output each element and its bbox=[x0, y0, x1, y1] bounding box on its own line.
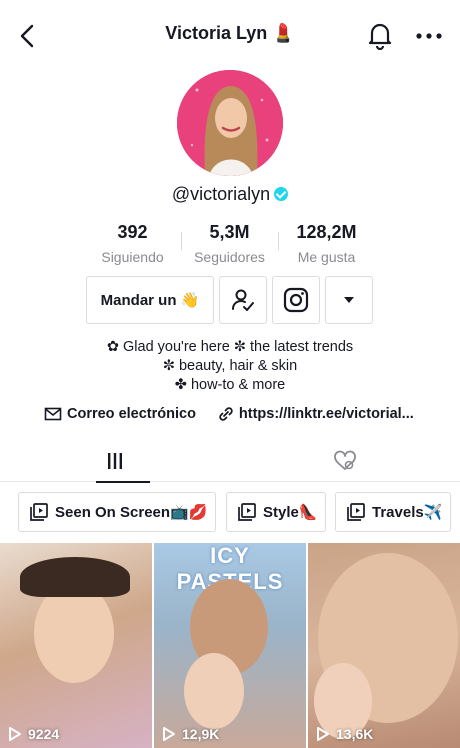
playlist-chip[interactable]: Style👠 bbox=[226, 492, 326, 532]
view-count-value: 12,9K bbox=[182, 726, 220, 742]
website-link[interactable]: https://linktr.ee/victorial... bbox=[239, 406, 414, 422]
bio-line: ✼ beauty, hair & skin bbox=[162, 358, 298, 374]
playlist-label: Style👠 bbox=[263, 504, 318, 521]
mail-icon bbox=[44, 406, 62, 422]
verified-badge-icon bbox=[274, 187, 289, 201]
suggestions-dropdown-button[interactable] bbox=[325, 276, 373, 324]
tab-liked[interactable] bbox=[230, 440, 460, 482]
view-count-value: 9224 bbox=[28, 726, 60, 742]
playlist-icon bbox=[30, 503, 48, 521]
playlist-chip[interactable]: Seen On Screen📺💋 bbox=[18, 492, 216, 532]
thumbnail-image bbox=[184, 653, 244, 729]
view-count: 9224 bbox=[8, 726, 59, 742]
playlist-label: Travels✈️ bbox=[372, 504, 443, 521]
playlist-chip[interactable]: Travels✈️ bbox=[335, 492, 451, 532]
user-check-icon bbox=[232, 289, 254, 311]
thumbnail-image bbox=[20, 557, 130, 597]
playlist-icon bbox=[238, 503, 256, 521]
stat-label: Siguiendo bbox=[101, 249, 164, 265]
email-link[interactable]: Correo electrónico bbox=[67, 406, 196, 422]
avatar[interactable] bbox=[177, 70, 283, 176]
bio: ✿ Glad you're here ✼ the latest trends ✼… bbox=[0, 338, 460, 395]
stat-label: Me gusta bbox=[297, 249, 356, 265]
video-grid: 9224 ICY PASTELS 12,9K 13,6K bbox=[0, 543, 460, 748]
video-thumbnail[interactable]: ICY PASTELS 12,9K bbox=[154, 543, 306, 748]
content-tabs bbox=[0, 440, 460, 483]
video-thumbnail[interactable]: 9224 bbox=[0, 543, 152, 748]
play-icon bbox=[9, 727, 21, 741]
username: @victorialyn bbox=[171, 184, 271, 204]
instagram-icon bbox=[283, 287, 309, 313]
stat-likes[interactable]: 128,2M Me gusta bbox=[278, 220, 375, 268]
view-count: 13,6K bbox=[316, 726, 373, 742]
message-button[interactable]: Mandar un 👋 bbox=[86, 276, 214, 324]
bell-icon[interactable] bbox=[366, 20, 394, 51]
playlist-label: Seen On Screen📺💋 bbox=[55, 504, 208, 521]
more-options-icon[interactable] bbox=[414, 22, 444, 50]
playlist-icon bbox=[347, 503, 365, 521]
thumbnail-image bbox=[34, 583, 114, 683]
handle-row: @victorialyn bbox=[0, 184, 460, 205]
bio-line: ✤ how-to & more bbox=[174, 377, 286, 393]
instagram-button[interactable] bbox=[272, 276, 320, 324]
play-icon bbox=[163, 727, 175, 741]
caret-down-icon bbox=[344, 297, 354, 303]
bio-line: ✿ Glad you're here ✼ the latest trends bbox=[106, 339, 354, 355]
stats-row: 392 Siguiendo 5,3M Seguidores 128,2M Me … bbox=[84, 220, 376, 268]
video-thumbnail[interactable]: 13,6K bbox=[308, 543, 460, 748]
grid-icon bbox=[108, 453, 122, 469]
friend-status-button[interactable] bbox=[219, 276, 267, 324]
stat-value: 128,2M bbox=[296, 222, 357, 242]
tab-videos[interactable] bbox=[0, 440, 230, 483]
stat-followers[interactable]: 5,3M Seguidores bbox=[181, 220, 278, 268]
profile-links: Correo electrónico https://linktr.ee/vic… bbox=[44, 404, 444, 424]
stat-following[interactable]: 392 Siguiendo bbox=[84, 220, 181, 268]
play-icon bbox=[317, 727, 329, 741]
stat-value: 392 bbox=[117, 222, 148, 242]
view-count: 12,9K bbox=[162, 726, 219, 742]
hidden-heart-icon bbox=[334, 450, 356, 470]
stat-label: Seguidores bbox=[194, 249, 265, 265]
link-icon bbox=[216, 406, 234, 422]
stat-value: 5,3M bbox=[209, 222, 250, 242]
top-bar: Victoria Lyn 💄 bbox=[0, 0, 460, 70]
playlists-row: Seen On Screen📺💋 Style👠 Travels✈️ bbox=[0, 492, 460, 534]
view-count-value: 13,6K bbox=[336, 726, 374, 742]
